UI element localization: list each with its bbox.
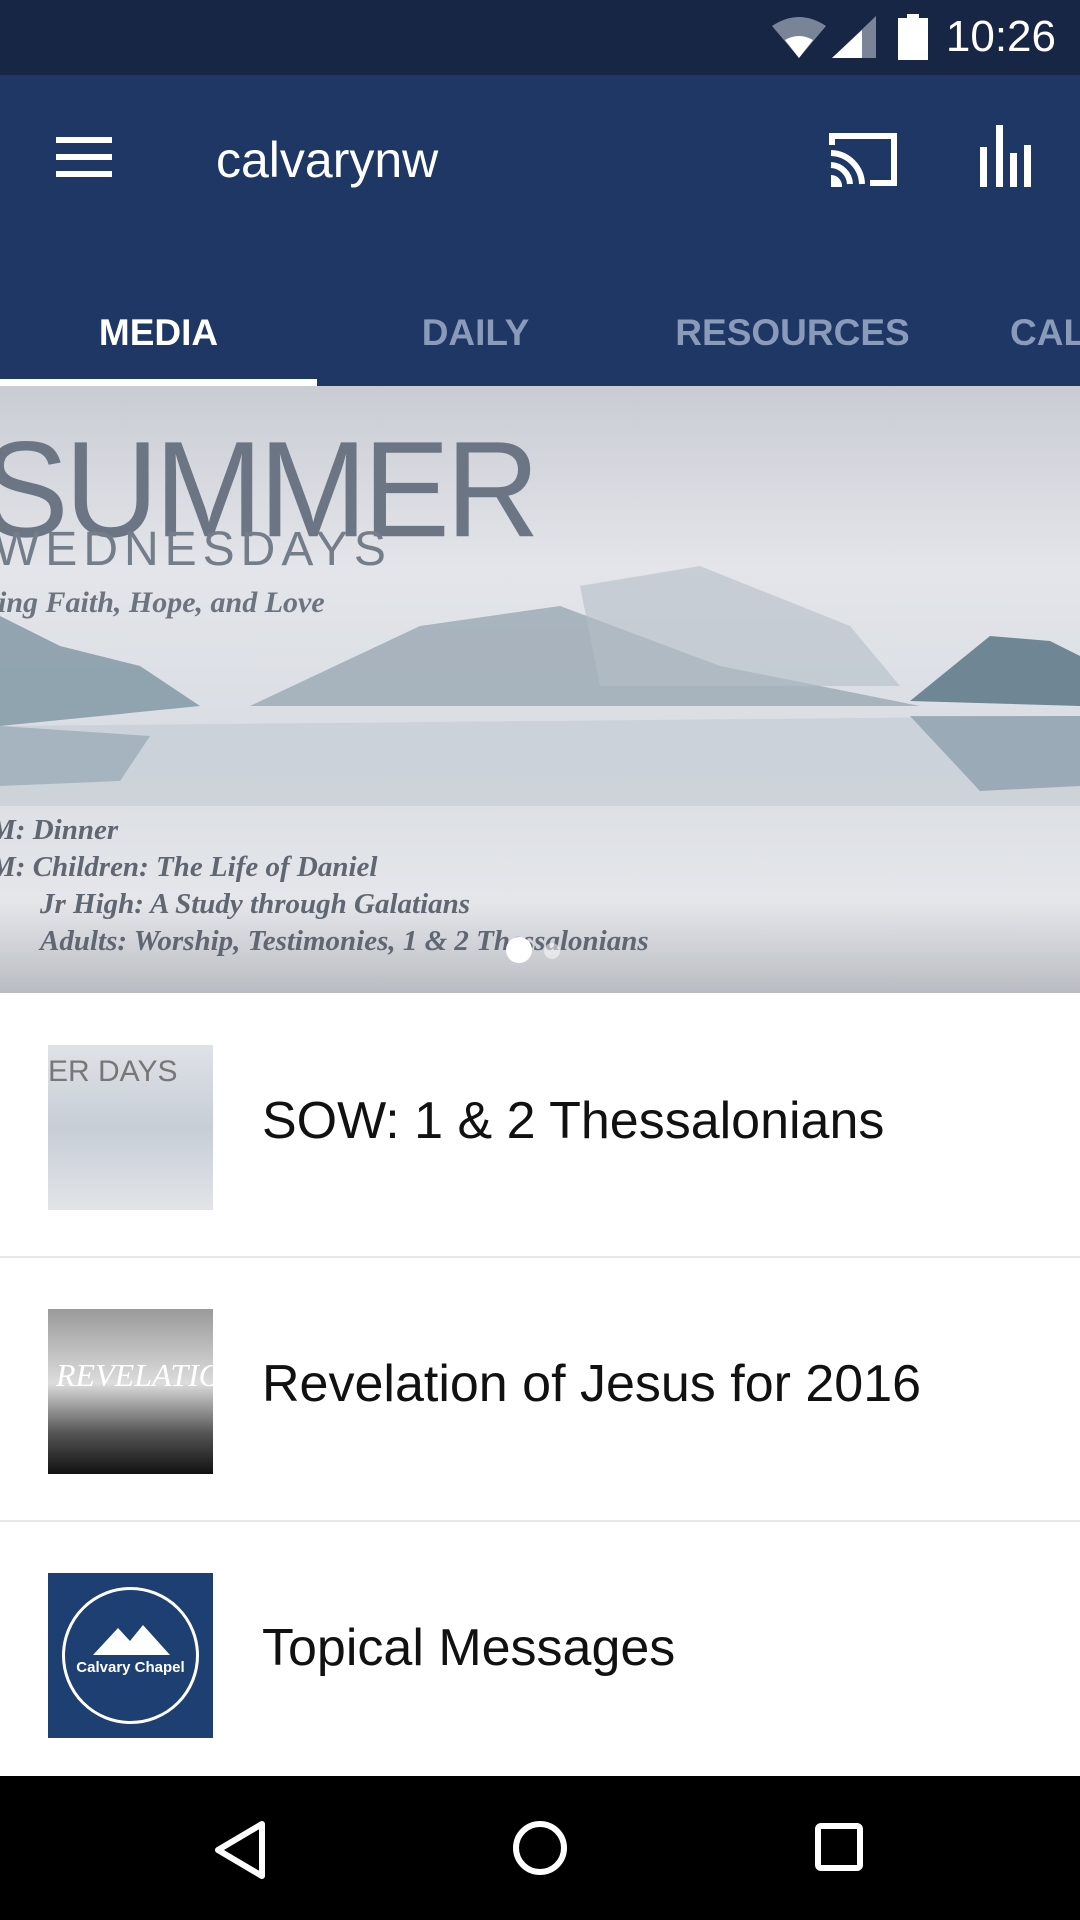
tab-daily[interactable]: DAILY: [317, 275, 634, 386]
clock: 10:26: [945, 12, 1056, 61]
list-item[interactable]: Calvary Chapel Topical Messages: [0, 1522, 1080, 1776]
recents-icon[interactable]: [814, 1822, 864, 1872]
banner-line: M: Dinner: [0, 814, 119, 846]
thumbnail-text: Calvary Chapel: [76, 1659, 185, 1676]
list-item[interactable]: REVELATION Revelation of Jesus for 2016: [0, 1258, 1080, 1522]
list-item-title: SOW: 1 & 2 Thessalonians: [262, 1092, 885, 1150]
page-indicator: [506, 937, 572, 968]
banner-subtitle: WEDNESDAYS: [0, 523, 392, 576]
app-bar: calvarynw MEDIA DAILY RESOURCES CAL: [0, 75, 1080, 386]
page-dot-active[interactable]: [506, 937, 532, 963]
back-icon[interactable]: [212, 1820, 268, 1880]
signal-icon: [832, 16, 876, 58]
tab-bar: MEDIA DAILY RESOURCES CAL: [0, 275, 1080, 386]
navigation-bar: [0, 1776, 1080, 1920]
list-item-title: Revelation of Jesus for 2016: [262, 1355, 922, 1413]
thumbnail-text: REVELATION: [56, 1357, 213, 1393]
status-bar: 10:26: [0, 0, 1080, 75]
list-item-title: Topical Messages: [262, 1619, 676, 1677]
tab-media[interactable]: MEDIA: [0, 275, 317, 386]
home-icon[interactable]: [512, 1820, 568, 1876]
page-dot[interactable]: [544, 943, 560, 959]
cast-icon[interactable]: [828, 131, 898, 187]
tab-resources[interactable]: RESOURCES: [634, 275, 951, 386]
featured-banner[interactable]: SUMMER WEDNESDAYS ing Faith, Hope, and L…: [0, 386, 1080, 993]
wifi-icon: [772, 17, 826, 58]
menu-icon[interactable]: [56, 137, 112, 177]
tab-indicator: [0, 379, 317, 386]
series-thumbnail: ER DAYS: [48, 1045, 213, 1210]
equalizer-icon[interactable]: [978, 125, 1034, 187]
thumbnail-text: ER DAYS: [48, 1055, 178, 1088]
app-title: calvarynw: [216, 132, 439, 188]
battery-icon: [898, 14, 928, 60]
banner-line: M: Children: The Life of Daniel: [0, 851, 378, 883]
calvary-logo-thumbnail: Calvary Chapel: [48, 1573, 213, 1738]
tab-calendar[interactable]: CAL: [951, 275, 1080, 386]
series-thumbnail: REVELATION: [48, 1309, 213, 1474]
banner-line: Jr High: A Study through Galatians: [40, 888, 471, 920]
banner-tagline: ing Faith, Hope, and Love: [0, 586, 325, 619]
list-item[interactable]: ER DAYS SOW: 1 & 2 Thessalonians: [0, 993, 1080, 1258]
